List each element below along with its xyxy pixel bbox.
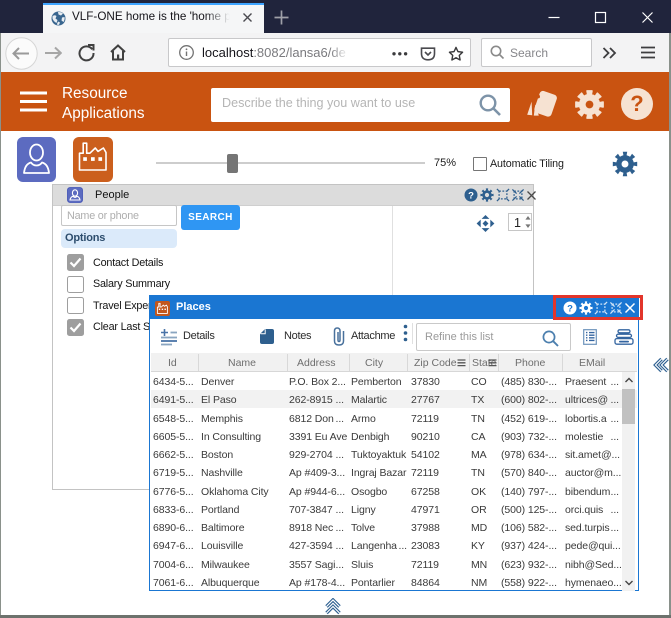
svg-text:?: ? xyxy=(468,190,474,201)
